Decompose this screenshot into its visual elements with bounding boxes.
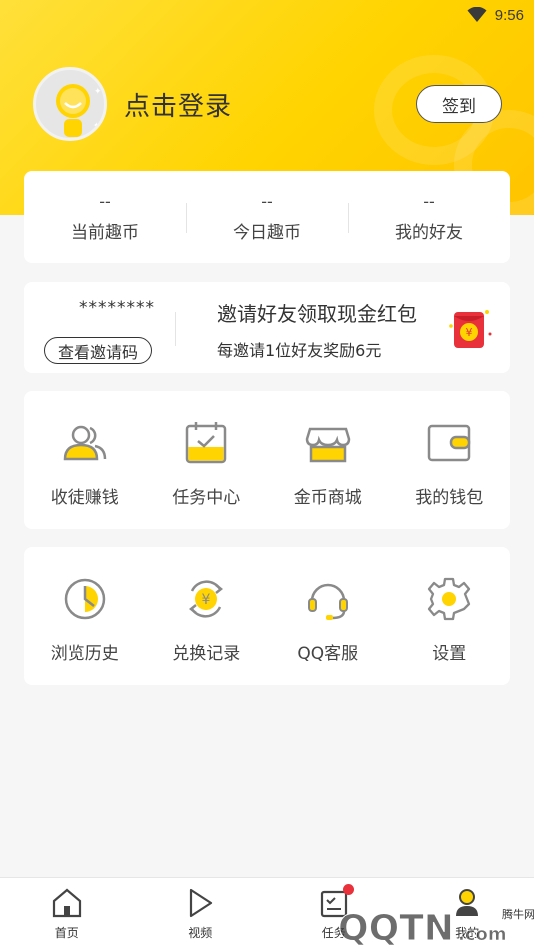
menu-card-1: 收徒赚钱 任务中心 金币商城 我的钱包	[24, 391, 510, 529]
invite-title: 邀请好友领取现金红包	[217, 302, 417, 326]
stats-card: -- 当前趣币 -- 今日趣币 -- 我的好友	[24, 171, 510, 263]
menu-label: 浏览历史	[50, 644, 119, 664]
menu-label: 任务中心	[172, 488, 241, 508]
stat-label: 今日趣币	[233, 222, 301, 243]
yen-exchange-icon: ¥	[189, 580, 224, 618]
tab-task[interactable]: 任务	[267, 878, 401, 949]
invite-subtitle: 每邀请1位好友奖励6元	[217, 341, 382, 360]
svg-text:¥: ¥	[202, 592, 211, 608]
menu-label: QQ客服	[297, 644, 359, 664]
svg-text:✦: ✦	[94, 87, 102, 97]
menu-history[interactable]: 浏览历史	[24, 547, 146, 685]
profile-icon	[456, 889, 479, 916]
tab-video[interactable]: 视频	[134, 878, 268, 949]
stat-today-coins[interactable]: -- 今日趣币	[186, 171, 348, 263]
tab-label: 视频	[188, 926, 213, 940]
stat-value: --	[261, 191, 273, 211]
headset-icon	[307, 583, 348, 620]
wallet-icon	[428, 424, 471, 462]
stat-label: 我的好友	[395, 222, 463, 243]
menu-task-center[interactable]: 任务中心	[146, 391, 268, 529]
status-time: 9:56	[494, 6, 524, 24]
tab-label: 任务	[321, 926, 346, 940]
tab-mine[interactable]: 我的	[401, 878, 534, 949]
menu-label: 兑换记录	[172, 644, 241, 664]
menu-label: 收徒赚钱	[50, 488, 119, 508]
menu-settings[interactable]: 设置	[389, 547, 511, 685]
avatar[interactable]: ✦ ✦	[33, 67, 107, 141]
menu-card-2: 浏览历史 ¥ 兑换记录 QQ客服 设置	[24, 547, 510, 685]
gear-icon	[428, 577, 471, 621]
signin-button[interactable]: 签到	[416, 85, 502, 123]
clock-icon	[64, 578, 105, 620]
shop-icon	[305, 427, 351, 463]
tab-label: 我的	[455, 926, 480, 940]
divider	[175, 312, 176, 346]
menu-recruit[interactable]: 收徒赚钱	[24, 391, 146, 529]
svg-text:¥: ¥	[466, 326, 473, 339]
invite-card[interactable]: ******** 查看邀请码 邀请好友领取现金红包 每邀请1位好友奖励6元 ¥	[24, 282, 510, 373]
menu-exchange-records[interactable]: ¥ 兑换记录	[146, 547, 268, 685]
stat-value: --	[99, 191, 111, 211]
status-bar: 9:56	[467, 4, 524, 26]
notification-dot	[343, 884, 354, 895]
bottom-tab-bar: 首页 视频 任务 我的	[0, 877, 534, 949]
menu-wallet[interactable]: 我的钱包	[389, 391, 511, 529]
red-packet-icon: ¥	[449, 310, 492, 348]
menu-label: 金币商城	[293, 488, 362, 508]
invite-code: ********	[79, 298, 155, 318]
stat-label: 当前趣币	[71, 222, 139, 243]
menu-label: 设置	[432, 644, 467, 664]
menu-label: 我的钱包	[415, 488, 484, 508]
tab-home[interactable]: 首页	[0, 878, 134, 949]
menu-qq-service[interactable]: QQ客服	[267, 547, 389, 685]
stat-my-friends[interactable]: -- 我的好友	[348, 171, 510, 263]
wifi-icon	[467, 7, 487, 22]
users-icon	[63, 425, 106, 461]
home-icon	[52, 888, 81, 918]
view-invite-code-button[interactable]: 查看邀请码	[44, 337, 152, 364]
login-link[interactable]: 点击登录	[124, 86, 232, 123]
calendar-check-icon	[186, 422, 227, 464]
play-icon	[190, 888, 213, 918]
tab-label: 首页	[54, 926, 79, 940]
menu-coin-shop[interactable]: 金币商城	[267, 391, 389, 529]
stat-value: --	[423, 191, 435, 211]
stat-current-coins[interactable]: -- 当前趣币	[24, 171, 186, 263]
